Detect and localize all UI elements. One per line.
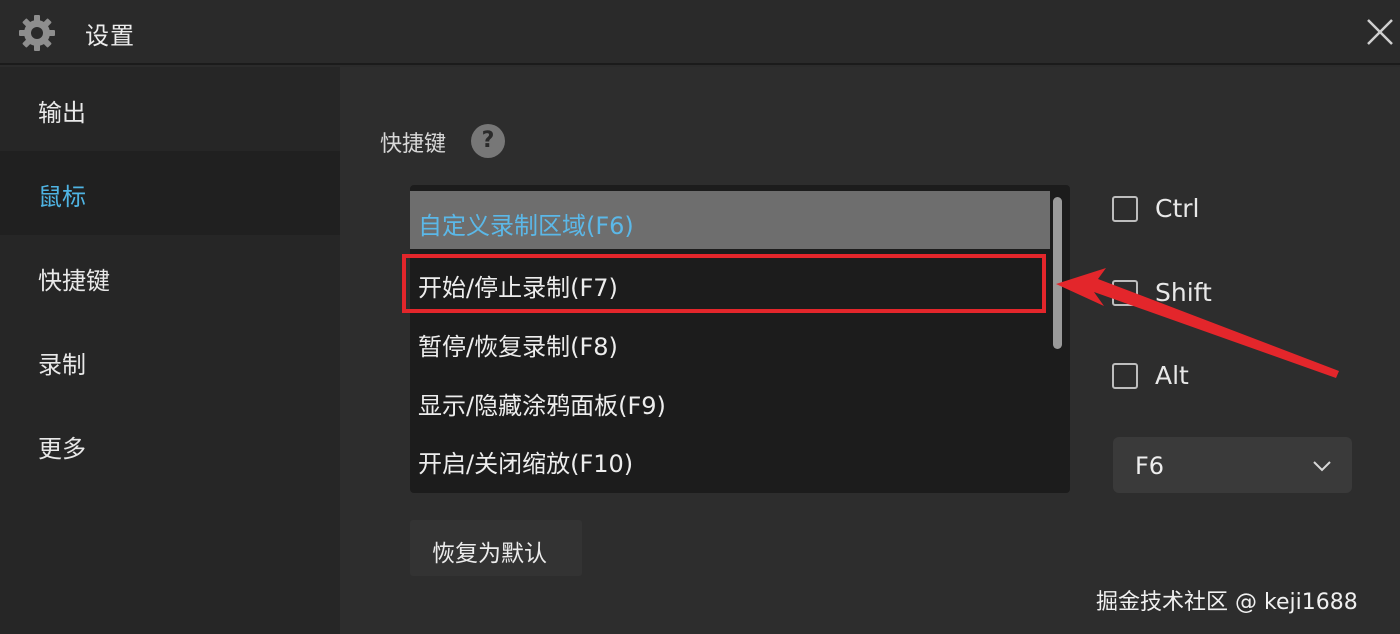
sidebar-item-label: 鼠标 bbox=[38, 183, 86, 211]
section-title: 快捷键 bbox=[380, 132, 447, 157]
scrollbar-thumb[interactable] bbox=[1053, 197, 1062, 349]
checkbox-box[interactable] bbox=[1112, 363, 1138, 389]
sidebar-item-hotkeys[interactable]: 快捷键 bbox=[0, 235, 340, 319]
checkbox-label: Ctrl bbox=[1155, 194, 1200, 223]
sidebar-item-label: 录制 bbox=[38, 351, 86, 379]
close-icon[interactable] bbox=[1362, 14, 1398, 50]
sidebar-item-mouse[interactable]: 鼠标 bbox=[0, 151, 340, 235]
ctrl-checkbox[interactable]: Ctrl bbox=[1112, 194, 1232, 224]
sidebar-item-label: 更多 bbox=[38, 435, 86, 463]
reset-default-button[interactable]: 恢复为默认 bbox=[410, 520, 582, 576]
sidebar-item-recording[interactable]: 录制 bbox=[0, 319, 340, 403]
checkbox-box[interactable] bbox=[1112, 280, 1138, 306]
list-item[interactable]: 暂停/恢复录制(F8) bbox=[410, 312, 1050, 370]
alt-checkbox[interactable]: Alt bbox=[1112, 361, 1222, 391]
watermark: 掘金技术社区 @ keji1688 bbox=[1096, 590, 1358, 615]
highlight-annotation bbox=[402, 254, 1046, 313]
list-item-label: 显示/隐藏涂鸦面板(F9) bbox=[418, 392, 666, 420]
gear-icon bbox=[19, 15, 55, 51]
key-dropdown-value: F6 bbox=[1135, 452, 1165, 480]
sidebar-item-label: 输出 bbox=[38, 99, 86, 127]
reset-default-label: 恢复为默认 bbox=[432, 541, 547, 567]
list-item-label: 开启/关闭缩放(F10) bbox=[418, 450, 634, 478]
sidebar-item-label: 快捷键 bbox=[38, 267, 110, 295]
sidebar-item-more[interactable]: 更多 bbox=[0, 403, 340, 487]
title-bar: 设置 bbox=[0, 0, 1400, 65]
chevron-down-icon bbox=[1313, 461, 1331, 472]
list-item[interactable]: 自定义录制区域(F6) bbox=[410, 191, 1050, 249]
window-title: 设置 bbox=[85, 22, 135, 50]
list-item[interactable]: 开启/关闭缩放(F10) bbox=[410, 429, 1050, 487]
sidebar: 输出 鼠标 快捷键 录制 更多 bbox=[0, 67, 340, 634]
checkbox-box[interactable] bbox=[1112, 196, 1138, 222]
question-icon[interactable]: ? bbox=[471, 124, 505, 158]
list-item[interactable]: 显示/隐藏涂鸦面板(F9) bbox=[410, 371, 1050, 429]
checkbox-label: Alt bbox=[1155, 361, 1189, 390]
checkbox-label: Shift bbox=[1155, 278, 1212, 307]
list-item-label: 暂停/恢复录制(F8) bbox=[418, 333, 618, 361]
key-dropdown[interactable]: F6 bbox=[1113, 437, 1352, 493]
sidebar-item-output[interactable]: 输出 bbox=[0, 67, 340, 151]
shift-checkbox[interactable]: Shift bbox=[1112, 278, 1242, 308]
list-item-label: 自定义录制区域(F6) bbox=[418, 212, 634, 240]
hotkey-action-list[interactable]: 自定义录制区域(F6) 开始/停止录制(F7) 暂停/恢复录制(F8) 显示/隐… bbox=[410, 185, 1070, 493]
